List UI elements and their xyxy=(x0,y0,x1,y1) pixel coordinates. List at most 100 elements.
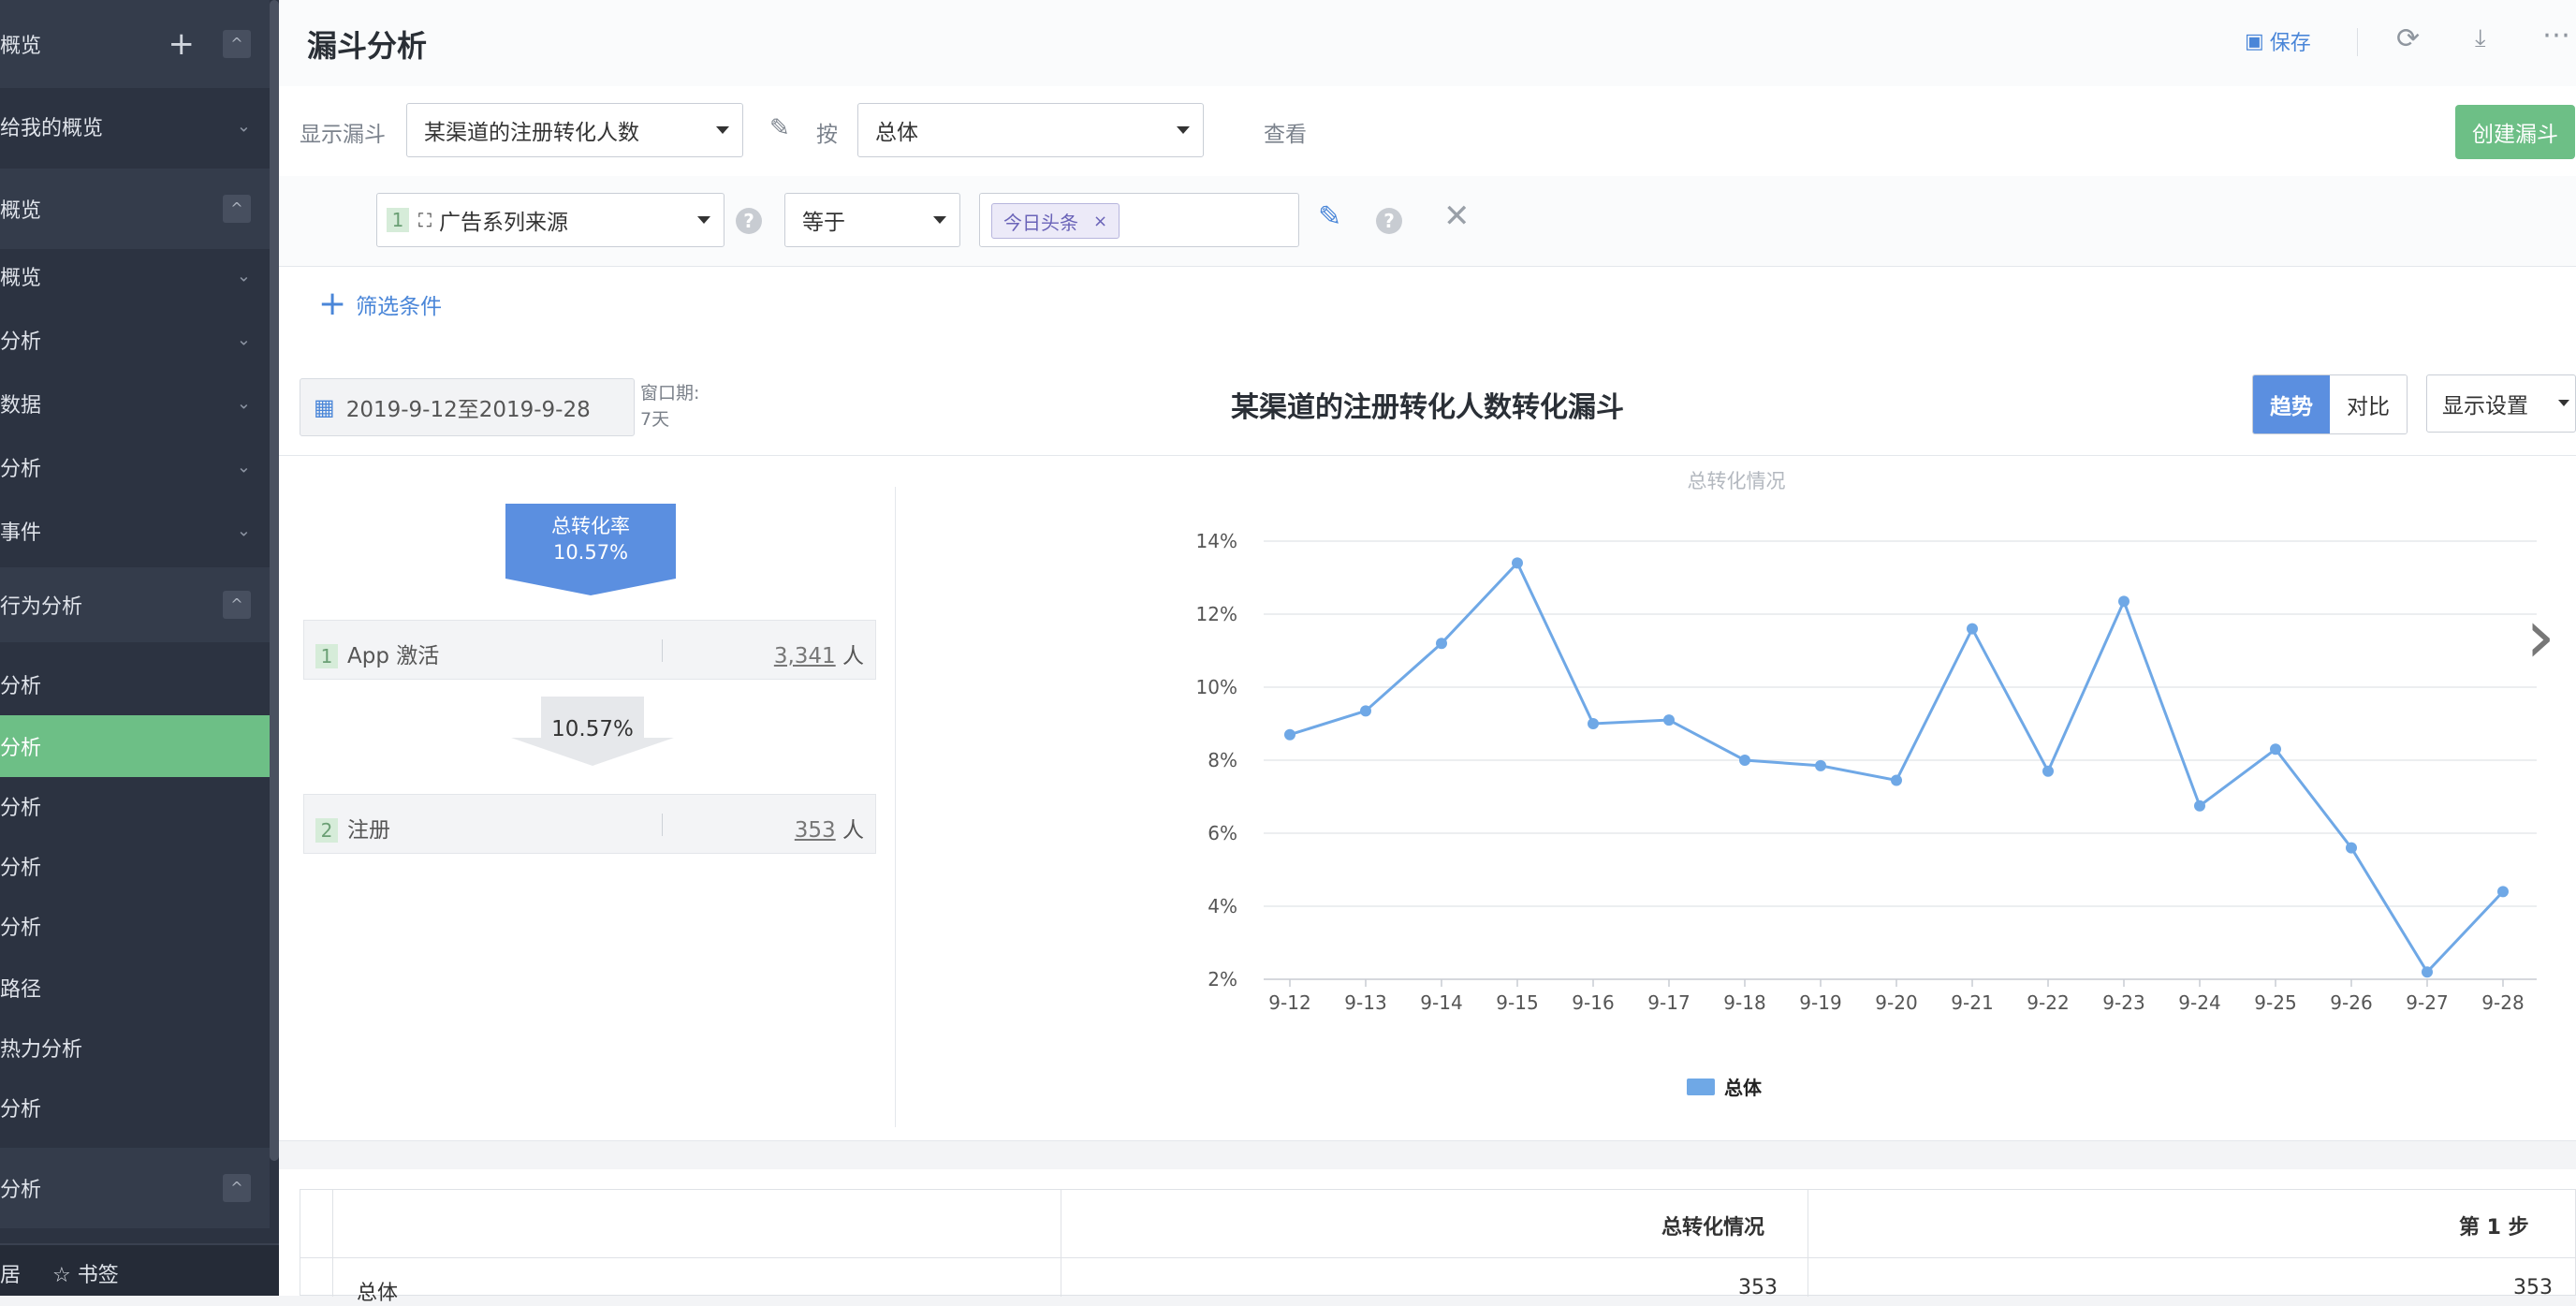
save-icon: ▣ xyxy=(2245,29,2264,53)
caret-down-icon xyxy=(697,216,710,224)
sidebar-item[interactable]: 分析 ⌄ xyxy=(0,436,270,498)
step-count-unit: 人 xyxy=(842,818,864,843)
main-panel: 漏斗分析 ▣ 保存 ⟳ ⤓ ⋯ 显示漏斗 某渠道的注册转化人数 ✎ 按 总体 查… xyxy=(279,0,2576,1305)
filter-value-input[interactable]: 今日头条 × xyxy=(979,193,1299,247)
table-header-row xyxy=(300,1190,2576,1258)
badge-text: 总转化率 10.57% xyxy=(505,513,676,565)
group-by-value: 总体 xyxy=(875,121,918,145)
step-count-value[interactable]: 353 xyxy=(795,818,836,843)
edit-icon[interactable]: ✎ xyxy=(1318,200,1341,233)
x-tick-label: 9-15 xyxy=(1496,991,1538,1014)
sidebar-label: 分析 xyxy=(0,917,42,940)
filter-operator-select[interactable]: 等于 xyxy=(784,193,960,247)
close-icon[interactable]: ✕ xyxy=(1443,200,1471,232)
data-point xyxy=(1512,557,1523,569)
collapse-icon[interactable]: ^ xyxy=(223,591,251,619)
display-settings-dropdown[interactable]: 显示设置 xyxy=(2426,374,2576,433)
sidebar-item[interactable]: 数据 ⌄ xyxy=(0,373,270,434)
sidebar-scrollbar[interactable] xyxy=(270,0,279,1161)
collapse-icon[interactable]: ^ xyxy=(223,30,251,58)
tab-trend[interactable]: 趋势 xyxy=(2253,375,2330,433)
x-tick-label: 9-20 xyxy=(1875,991,1917,1014)
chevron-down-icon: ⌄ xyxy=(236,457,251,477)
chart-title: 某渠道的注册转化人数转化漏斗 xyxy=(1231,391,1624,424)
funnel-select[interactable]: 某渠道的注册转化人数 xyxy=(406,103,743,157)
sidebar-item[interactable]: 分析 xyxy=(0,653,270,715)
sidebar-item[interactable]: 分析 xyxy=(0,835,270,897)
data-point xyxy=(2118,595,2130,608)
sidebar-item-shared-overview[interactable]: 给我的概览 ⌄ xyxy=(0,88,270,165)
filter-property-select[interactable]: 1 ⛶ 广告系列来源 xyxy=(376,193,724,247)
tag-label: 今日头条 xyxy=(1003,211,1078,234)
plus-icon: + xyxy=(318,285,347,323)
view-toggle: 趋势 对比 xyxy=(2252,374,2408,434)
x-tick-label: 9-27 xyxy=(2406,991,2448,1014)
y-tick-label: 8% xyxy=(1208,749,1237,771)
sidebar-item[interactable]: 分析 xyxy=(0,895,270,957)
remove-tag-icon[interactable]: × xyxy=(1093,212,1107,231)
more-icon[interactable]: ⋯ xyxy=(2542,19,2570,51)
x-tick-label: 9-26 xyxy=(2330,991,2372,1014)
x-tick-label: 9-17 xyxy=(1647,991,1690,1014)
sidebar-label: 给我的概览 xyxy=(0,117,104,140)
filter-value-tag: 今日头条 × xyxy=(991,203,1120,239)
bookmark-button[interactable]: ☆ 书签 xyxy=(52,1258,119,1288)
sidebar-item[interactable]: 分析 xyxy=(0,1077,270,1138)
sidebar-item[interactable]: 分析 xyxy=(0,775,270,837)
sidebar: 概览 + ^ 给我的概览 ⌄ 概览 ^ 概览 ⌄ 分析 ⌄ 数据 ⌄ 分析 ⌄ … xyxy=(0,0,279,1296)
legend-swatch xyxy=(1687,1079,1715,1095)
add-filter-button[interactable]: + 筛选条件 xyxy=(318,285,443,323)
caret-down-icon xyxy=(2558,400,2569,406)
view-label: 查看 xyxy=(1264,123,1307,147)
caret-down-icon xyxy=(1177,126,1190,134)
sidebar-section-analysis[interactable]: 分析 ^ xyxy=(0,1148,270,1228)
sidebar-item[interactable]: 事件 ⌄ xyxy=(0,500,270,562)
collapse-icon[interactable]: ^ xyxy=(223,1174,251,1202)
y-tick-label: 12% xyxy=(1196,603,1237,625)
data-point xyxy=(1663,714,1675,726)
funnel-step[interactable]: 1 App 激活 3,341 人 xyxy=(303,620,876,680)
total-rate-value: 10.57% xyxy=(552,541,629,564)
refresh-icon[interactable]: ⟳ xyxy=(2396,22,2420,55)
download-icon[interactable]: ⤓ xyxy=(2475,24,2486,53)
sidebar-section-behavior[interactable]: 行为分析 ^ xyxy=(0,567,270,642)
collapse-icon[interactable]: ^ xyxy=(223,195,251,223)
x-tick-label: 9-14 xyxy=(1420,991,1462,1014)
edit-icon[interactable]: ✎ xyxy=(769,114,790,142)
funnel-step[interactable]: 2 注册 353 人 xyxy=(303,794,876,854)
data-point xyxy=(1284,728,1295,741)
add-filter-label: 筛选条件 xyxy=(356,295,443,319)
help-icon[interactable]: ? xyxy=(1376,208,1402,234)
save-button[interactable]: ▣ 保存 xyxy=(2245,26,2311,56)
step-count-value[interactable]: 3,341 xyxy=(774,644,836,668)
chevron-down-icon: ⌄ xyxy=(236,266,251,286)
sidebar-item[interactable]: 分析 ⌄ xyxy=(0,309,270,371)
chevron-right-icon[interactable]: › xyxy=(2525,599,2555,674)
y-tick-label: 10% xyxy=(1196,676,1237,698)
add-icon[interactable]: + xyxy=(168,28,196,60)
data-point xyxy=(2497,886,2509,898)
sidebar-bottom-label[interactable]: 居 xyxy=(0,1258,21,1288)
column-divider xyxy=(332,1190,333,1297)
sidebar-item[interactable]: 路径 xyxy=(0,957,270,1019)
sidebar-label: 概览 xyxy=(0,35,42,58)
sidebar-item-active[interactable]: 分析 xyxy=(0,715,270,777)
sidebar-section-overview-2[interactable]: 概览 ^ xyxy=(0,169,270,249)
step-index-badge: 1 xyxy=(315,644,338,668)
x-tick-label: 9-28 xyxy=(2481,991,2524,1014)
column-header: 第 1 步 xyxy=(2459,1216,2529,1240)
display-settings-label: 显示设置 xyxy=(2442,394,2528,418)
chart-header: ▦ 2019-9-12至2019-9-28 窗口期: 7天 某渠道的注册转化人数… xyxy=(279,341,2576,456)
trend-chart: 总转化情况 2% 4% 6% 8% 10% 12% 14% 9-12 9-13 9-14 9-15 9-… xyxy=(897,455,2576,1129)
x-tick-label: 9-25 xyxy=(2254,991,2296,1014)
tab-compare[interactable]: 对比 xyxy=(2330,375,2407,433)
x-tick-label: 9-21 xyxy=(1951,991,1993,1014)
funnel-visualization: 总转化率 10.57% 1 App 激活 3,341 人 10.57% 2 注册 3… xyxy=(279,455,897,1129)
help-icon[interactable]: ? xyxy=(736,208,762,234)
x-tick-label: 9-23 xyxy=(2102,991,2144,1014)
create-funnel-button[interactable]: 创建漏斗 xyxy=(2455,105,2575,159)
sidebar-item[interactable]: 热力分析 xyxy=(0,1017,270,1079)
sidebar-item[interactable]: 概览 ⌄ xyxy=(0,245,270,307)
group-by-select[interactable]: 总体 xyxy=(857,103,1204,157)
sidebar-section-overview[interactable]: 概览 + ^ xyxy=(0,0,270,88)
